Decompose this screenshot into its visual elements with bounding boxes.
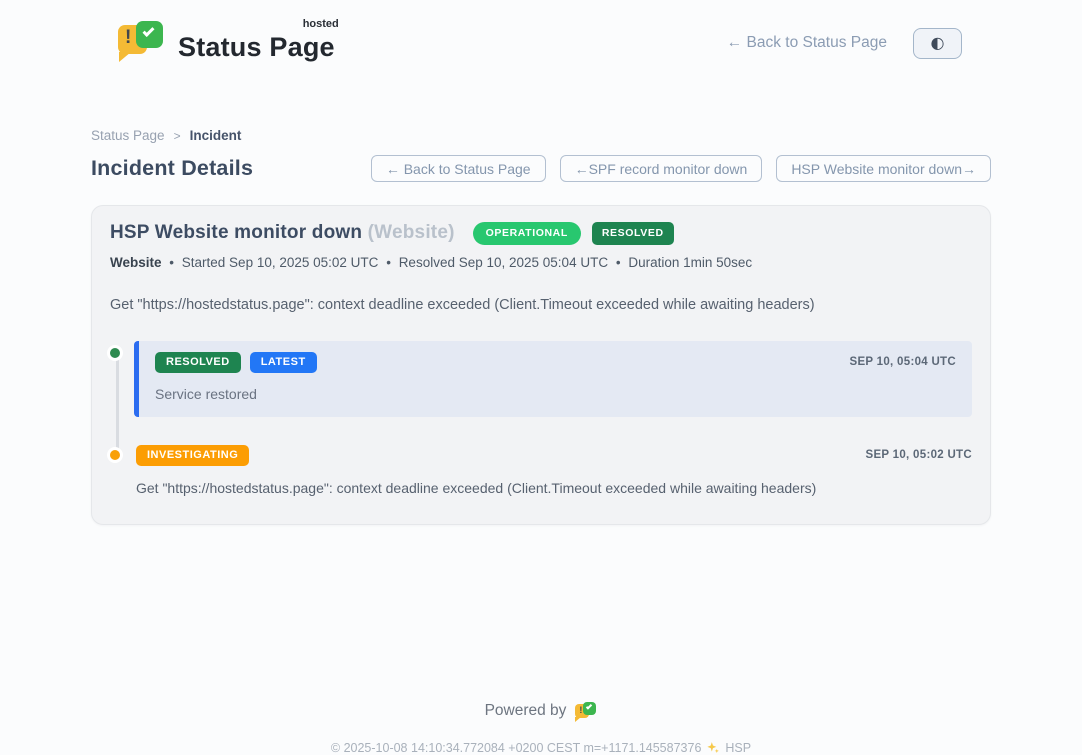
sparkles-icon [706, 741, 720, 755]
page-footer: Powered by ! © 2025-10-08 14:10:34.77208… [0, 701, 1082, 755]
timeline-entry-badges: INVESTIGATING [136, 445, 249, 466]
incident-card: HSP Website monitor down (Website) OPERA… [91, 205, 991, 525]
meta-started: Started Sep 10, 2025 05:02 UTC [182, 255, 379, 270]
incident-component: (Website) [368, 222, 455, 243]
operational-badge: OPERATIONAL [473, 222, 581, 245]
theme-toggle-button[interactable]: ◐ [913, 28, 962, 59]
exclamation-icon: ! [125, 28, 131, 47]
resolved-badge: RESOLVED [592, 222, 674, 245]
copyright-text: © 2025-10-08 14:10:34.772084 +0200 CEST … [331, 741, 702, 755]
back-to-status-page-button[interactable]: ← Back to Status Page [371, 155, 546, 182]
timeline-dot-green [107, 345, 123, 361]
latest-badge: LATEST [250, 352, 317, 373]
main-content: Status Page > Incident Incident Details … [91, 128, 991, 525]
timeline-entry-header: INVESTIGATING SEP 10, 05:02 UTC [136, 445, 972, 466]
copyright-brand: HSP [725, 741, 751, 755]
incident-title: HSP Website monitor down (Website) [110, 222, 455, 244]
timeline-item-investigating: INVESTIGATING SEP 10, 05:02 UTC Get "htt… [110, 445, 972, 496]
breadcrumb: Status Page > Incident [91, 128, 991, 143]
header-actions: ← Back to Status Page ◐ [727, 28, 962, 59]
brand-logo-icon: ! [118, 21, 166, 65]
incident-nav-buttons: ← Back to Status Page ←SPF record monito… [371, 155, 991, 182]
breadcrumb-status-page[interactable]: Status Page [91, 128, 165, 143]
brand-superscript: hosted [303, 18, 339, 30]
meta-separator: • [386, 255, 391, 270]
timeline-message: Service restored [155, 386, 956, 402]
page-title: Incident Details [91, 156, 253, 181]
timeline-dot-orange [107, 447, 123, 463]
timeline-entry-header: RESOLVED LATEST SEP 10, 05:04 UTC [155, 352, 956, 373]
timeline-entry-plain: INVESTIGATING SEP 10, 05:02 UTC Get "htt… [136, 445, 972, 496]
incident-title-row: HSP Website monitor down (Website) OPERA… [110, 222, 972, 245]
incident-meta: Website • Started Sep 10, 2025 05:02 UTC… [110, 255, 972, 270]
incident-timeline: RESOLVED LATEST SEP 10, 05:04 UTC Servic… [110, 341, 972, 496]
contrast-icon: ◐ [931, 35, 945, 51]
brand-logo-mini-icon: ! [575, 701, 597, 722]
back-to-status-page-link[interactable]: ← Back to Status Page [727, 34, 887, 52]
check-icon [142, 25, 154, 37]
brand-text: hosted Status Page [178, 24, 335, 63]
brand-name: Status Page [178, 32, 335, 62]
incident-name: HSP Website monitor down [110, 222, 362, 243]
prev-incident-button[interactable]: ←SPF record monitor down [560, 155, 763, 182]
powered-by: Powered by ! [0, 701, 1082, 722]
next-incident-button[interactable]: HSP Website monitor down→ [776, 155, 991, 182]
powered-by-label: Powered by [485, 702, 567, 720]
logo-bubble-green [583, 702, 596, 715]
timeline-timestamp: SEP 10, 05:04 UTC [849, 356, 956, 368]
timeline-timestamp: SEP 10, 05:02 UTC [865, 449, 972, 461]
timeline-entry-box: RESOLVED LATEST SEP 10, 05:04 UTC Servic… [134, 341, 972, 417]
incident-description: Get "https://hostedstatus.page": context… [110, 297, 972, 313]
meta-separator: • [169, 255, 174, 270]
meta-duration: Duration 1min 50sec [628, 255, 752, 270]
meta-resolved: Resolved Sep 10, 2025 05:04 UTC [399, 255, 608, 270]
timeline-message: Get "https://hostedstatus.page": context… [136, 480, 972, 496]
resolved-status-badge: RESOLVED [155, 352, 241, 373]
breadcrumb-separator: > [174, 129, 181, 143]
meta-separator: • [616, 255, 621, 270]
timeline-entry-badges: RESOLVED LATEST [155, 352, 317, 373]
breadcrumb-incident: Incident [190, 128, 242, 143]
logo-bubble-green [136, 21, 163, 48]
investigating-status-badge: INVESTIGATING [136, 445, 249, 466]
title-row: Incident Details ← Back to Status Page ←… [91, 155, 991, 182]
timeline-item-resolved: RESOLVED LATEST SEP 10, 05:04 UTC Servic… [110, 341, 972, 417]
top-header: ! hosted Status Page ← Back to Status Pa… [0, 0, 1082, 72]
brand-logo[interactable]: ! hosted Status Page [118, 21, 335, 65]
meta-component: Website [110, 255, 162, 270]
copyright-line: © 2025-10-08 14:10:34.772084 +0200 CEST … [0, 741, 1082, 755]
exclamation-icon: ! [579, 706, 582, 715]
check-icon [586, 703, 592, 709]
